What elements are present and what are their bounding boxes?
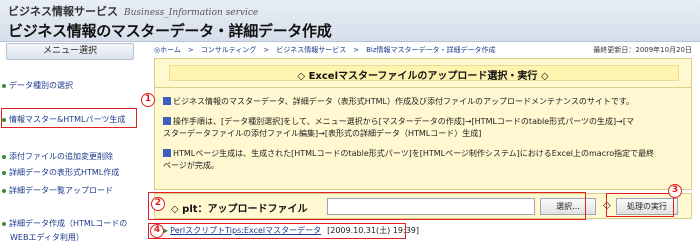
- sidebar-item-attachments[interactable]: 添付ファイルの追加変更削除: [2, 151, 113, 162]
- info-panel: ◇ Excelマスターファイルのアップロード選択・実行 ◇ ビジネス情報のマスタ…: [154, 58, 692, 190]
- para-text: ビジネス情報のマスターデータ、詳細データ（表形式HTML）作成及び添付ファイルの…: [173, 97, 635, 106]
- page-title: ビジネス情報のマスターデータ・詳細データ作成: [8, 22, 332, 40]
- callout-box-2: [148, 192, 586, 220]
- service-title: ビジネス情報サービス Business_Information service: [8, 3, 258, 19]
- callout-number-1: 1: [141, 93, 155, 107]
- info-paragraph-2-cont: スターデータファイルの添付ファイル編集]→[表形式の詳細データ（HTMLコード）…: [163, 129, 482, 138]
- bullet-icon: [2, 188, 6, 193]
- menu-title: メニュー選択: [6, 43, 134, 60]
- callout-box-3: [606, 193, 674, 217]
- sidebar-item-data-type[interactable]: データ種別の選択: [2, 80, 73, 91]
- callout-box-4: [148, 223, 406, 239]
- callout-number-4: 4: [150, 224, 164, 238]
- bullet-icon: [2, 170, 6, 175]
- callout-number-2: 2: [151, 197, 165, 211]
- bullet-icon: [2, 83, 6, 88]
- sidebar-item-web-editor[interactable]: 詳細データ作成（HTMLコードの: [2, 218, 127, 229]
- info-paragraph-1: ビジネス情報のマスターデータ、詳細データ（表形式HTML）作成及び添付ファイルの…: [163, 96, 685, 108]
- header: ビジネス情報サービス Business_Information service ビ…: [0, 0, 700, 42]
- panel-title: ◇ Excelマスターファイルのアップロード選択・実行 ◇: [297, 71, 549, 82]
- sidebar-item-label: 詳細データ作成（HTMLコードの: [9, 219, 128, 228]
- info-paragraph-3: HTMLページ生成は、生成された[HTMLコードのtable形式パーツ]を[HT…: [163, 148, 685, 160]
- sidebar-item-label: 添付ファイルの追加変更削除: [9, 152, 113, 161]
- para-text: HTMLページ生成は、生成された[HTMLコードのtable形式パーツ]を[HT…: [173, 149, 655, 158]
- bullet-icon: [2, 221, 6, 226]
- sidebar-item-web-editor-cont[interactable]: WEBエディタ利用）: [10, 232, 84, 243]
- square-bullet-icon: [163, 117, 171, 125]
- sidebar-item-table-html[interactable]: 詳細データの表形式HTML作成: [2, 167, 119, 178]
- sidebar-item-label: データ種別の選択: [9, 81, 73, 90]
- sidebar-item-upload-list[interactable]: 詳細データ一覧アップロード: [2, 185, 113, 196]
- breadcrumb[interactable]: ◎ホーム > コンサルティング > ビジネス情報サービス > Biz情報マスター…: [154, 45, 496, 55]
- sidebar: メニュー選択 データ種別の選択 情報マスター&HTMLパーツ生成 添付ファイルの…: [0, 42, 146, 249]
- square-bullet-icon: [163, 149, 171, 157]
- square-bullet-icon: [163, 97, 171, 105]
- callout-number-3: 3: [668, 184, 682, 198]
- sidebar-item-label: 詳細データの表形式HTML作成: [9, 168, 120, 177]
- bullet-icon: [2, 154, 6, 159]
- last-updated: 最終更新日：2009年10月20日: [593, 46, 692, 54]
- service-subtitle: Business_Information service: [124, 8, 259, 18]
- divider: [155, 87, 691, 88]
- service-name: ビジネス情報サービス: [8, 5, 118, 18]
- para-text: 操作手順は、[データ種別選択]をして、メニュー選択から[マスターデータの作成]→…: [173, 117, 634, 126]
- info-paragraph-2: 操作手順は、[データ種別選択]をして、メニュー選択から[マスターデータの作成]→…: [163, 116, 685, 128]
- sidebar-item-label: 詳細データ一覧アップロード: [9, 186, 113, 195]
- info-paragraph-3-cont: ページが完成。: [163, 161, 219, 170]
- callout-box-1: [1, 108, 137, 128]
